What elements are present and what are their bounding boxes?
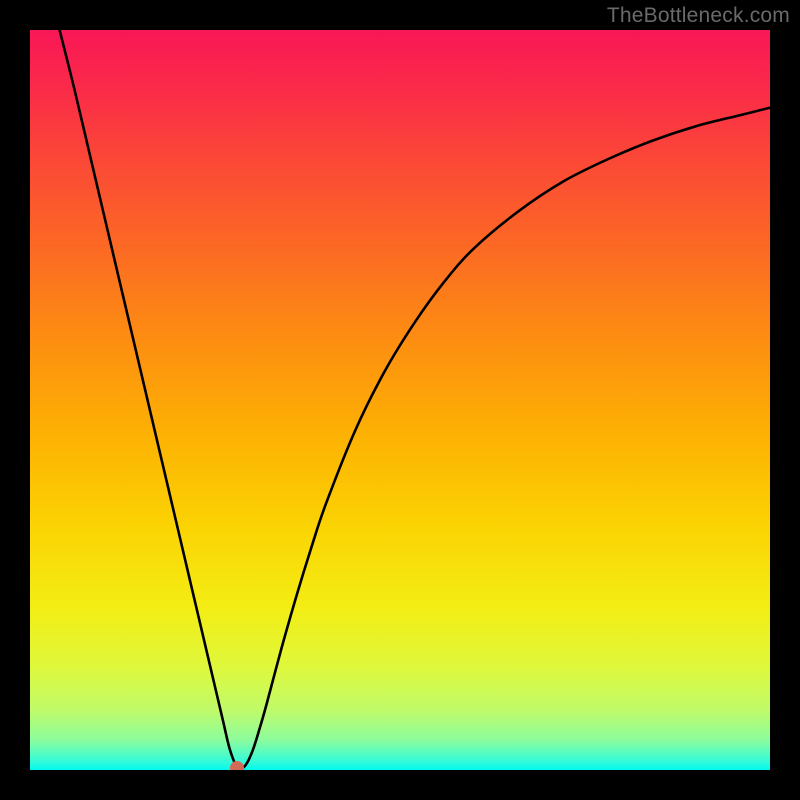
bottleneck-curve — [30, 30, 770, 770]
optimal-point-marker — [230, 761, 244, 770]
watermark-text: TheBottleneck.com — [607, 4, 790, 28]
plot-area — [30, 30, 770, 770]
chart-frame: TheBottleneck.com — [0, 0, 800, 800]
